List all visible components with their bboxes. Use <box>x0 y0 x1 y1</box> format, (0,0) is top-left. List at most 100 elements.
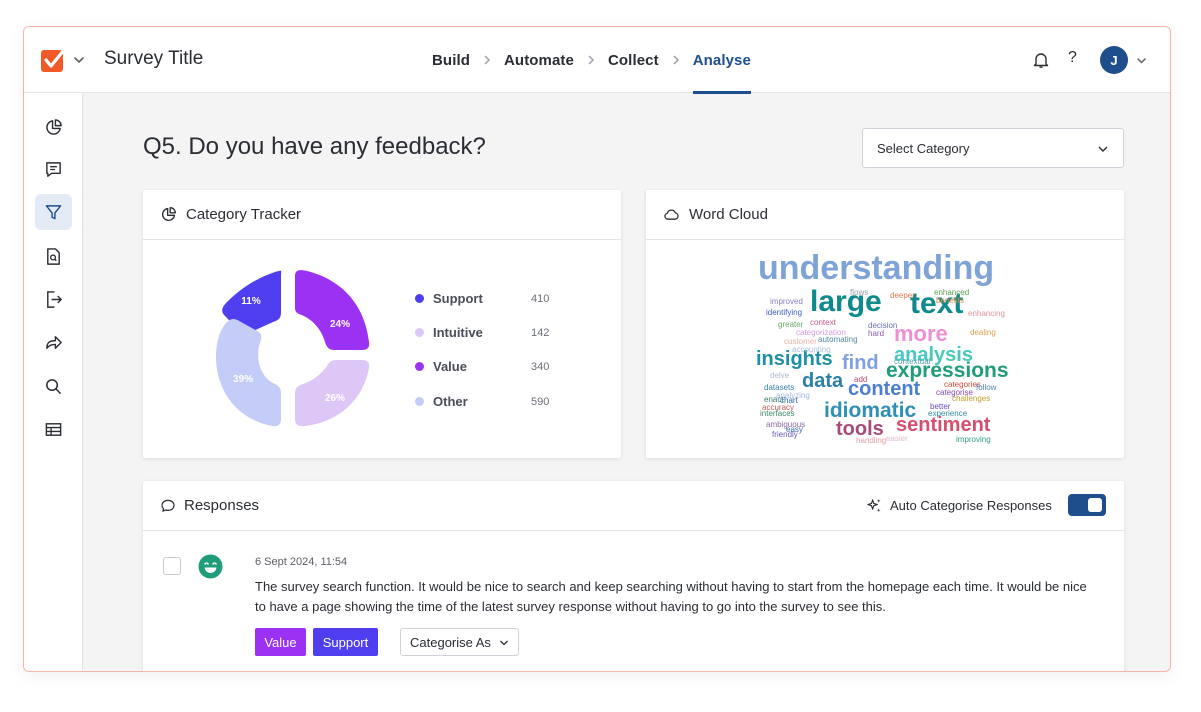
word-cloud-word[interactable]: large <box>810 285 882 318</box>
responses-title: Responses <box>184 497 260 514</box>
word-cloud-word[interactable]: handling <box>856 436 886 445</box>
chevron-right-icon <box>574 54 608 66</box>
legend-dot <box>415 328 424 337</box>
categorise-as-dropdown[interactable]: Categorise As <box>400 628 519 656</box>
word-cloud-title: Word Cloud <box>689 206 768 223</box>
legend-item-support[interactable]: Support 410 <box>415 291 555 306</box>
table-icon <box>45 422 62 436</box>
donut-slice-other[interactable] <box>215 319 281 427</box>
sidebar-item-reports[interactable] <box>35 109 72 145</box>
chevron-right-icon <box>470 54 504 66</box>
sidebar-item-table[interactable] <box>35 411 72 447</box>
word-cloud-word[interactable]: deeper <box>890 291 915 300</box>
responses-header: Responses Auto Categorise Responses <box>143 481 1124 531</box>
chat-bubble-icon <box>161 499 175 512</box>
step-build[interactable]: Build <box>432 27 470 93</box>
auto-categorise-toggle[interactable] <box>1068 494 1106 516</box>
chevron-down-icon[interactable] <box>1135 54 1148 67</box>
word-cloud-word[interactable]: dealing <box>970 328 996 337</box>
bell-icon[interactable] <box>1032 51 1050 69</box>
message-square-icon <box>46 161 61 177</box>
response-checkbox[interactable] <box>163 557 181 575</box>
word-cloud-word[interactable]: contextual <box>894 357 931 366</box>
word-cloud-word[interactable]: enhancing <box>968 309 1005 318</box>
word-cloud-word[interactable]: context <box>810 318 837 327</box>
legend-label: Support <box>433 291 483 306</box>
page-title: Q5. Do you have any feedback? <box>143 133 486 160</box>
tag-support[interactable]: Support <box>313 628 378 656</box>
donut-label-intuitive: 26% <box>325 393 345 404</box>
word-cloud-word[interactable]: data <box>802 370 844 392</box>
donut-label-other: 39% <box>233 374 253 385</box>
legend-count: 142 <box>531 326 550 339</box>
chevron-down-icon <box>500 640 508 646</box>
step-collect[interactable]: Collect <box>608 27 659 93</box>
category-select[interactable]: Select Category <box>862 128 1124 168</box>
word-cloud-word[interactable]: automating <box>818 335 858 344</box>
responses-card: Responses Auto Categorise Responses 6 Se… <box>143 481 1124 671</box>
step-analyse[interactable]: Analyse <box>692 27 752 94</box>
word-cloud-word[interactable]: easier <box>886 434 908 443</box>
donut-label-value: 24% <box>330 319 350 330</box>
word-cloud-word[interactable]: delve <box>770 371 790 380</box>
filter-icon <box>45 204 62 219</box>
sidebar-item-search[interactable] <box>35 368 72 404</box>
step-automate[interactable]: Automate <box>504 27 574 93</box>
category-tracker-header: Category Tracker <box>143 190 621 240</box>
chevron-down-icon <box>1098 146 1108 152</box>
legend-label: Intuitive <box>433 325 483 340</box>
sidebar-item-filter[interactable] <box>35 194 72 230</box>
word-cloud-word[interactable]: add <box>854 375 867 384</box>
legend-dot <box>415 362 424 371</box>
legend-item-value[interactable]: Value 340 <box>415 359 555 374</box>
category-select-value: Select Category <box>877 141 970 156</box>
share-forward-icon <box>46 335 62 349</box>
legend-count: 590 <box>531 395 550 408</box>
tag-value[interactable]: Value <box>255 628 306 656</box>
word-cloud-word[interactable]: hard <box>868 329 884 338</box>
categorise-as-label: Categorise As <box>410 634 491 650</box>
top-bar: Survey Title Build Automate Collect Anal… <box>24 27 1170 94</box>
response-text: The survey search function. It would be … <box>255 579 1087 614</box>
legend-item-other[interactable]: Other 590 <box>415 394 555 409</box>
avatar[interactable]: J <box>1100 46 1128 74</box>
word-cloud-word[interactable]: find <box>842 352 879 374</box>
legend-label: Other <box>433 394 468 409</box>
help-icon[interactable]: ? <box>1068 49 1077 67</box>
word-cloud-word[interactable]: interfaces <box>760 409 795 418</box>
word-cloud-word[interactable]: follow <box>976 383 997 392</box>
sidebar-item-file-search[interactable] <box>35 238 72 274</box>
word-cloud-word[interactable]: identifying <box>766 308 802 317</box>
donut-slice-value[interactable] <box>295 270 370 350</box>
happy-face-icon <box>198 554 223 579</box>
word-cloud-word[interactable]: decision <box>868 321 897 330</box>
word-cloud-word[interactable]: friendly <box>772 430 798 439</box>
sidebar-item-share[interactable] <box>35 324 72 360</box>
legend-item-intuitive[interactable]: Intuitive 142 <box>415 325 555 340</box>
cloud-icon <box>664 209 679 220</box>
word-cloud: understandinglarge textmoreanalysisinsigh… <box>756 249 1009 445</box>
word-cloud-word[interactable]: benefits <box>936 296 964 305</box>
sidebar-item-export[interactable] <box>35 281 72 317</box>
word-cloud-word[interactable]: improving <box>956 435 991 444</box>
word-cloud-word[interactable]: accounting <box>792 345 831 354</box>
category-tracker-card: Category Tracker 11% 24% 26% 39% Support… <box>143 190 621 458</box>
word-cloud-word[interactable]: improved <box>770 297 803 306</box>
sidebar-item-responses[interactable] <box>35 151 72 187</box>
word-cloud-word[interactable]: experience <box>928 409 968 418</box>
word-cloud-word[interactable]: challenges <box>952 394 990 403</box>
pie-chart-icon <box>161 207 176 222</box>
word-cloud-word[interactable]: more <box>894 321 948 346</box>
auto-categorise-label: Auto Categorise Responses <box>890 498 1052 513</box>
file-search-icon <box>47 247 60 265</box>
word-cloud-card: Word Cloud understanding large text more ana… <box>646 190 1124 458</box>
response-timestamp: 6 Sept 2024, 11:54 <box>255 556 348 568</box>
chevron-right-icon <box>659 54 693 66</box>
category-donut-chart: 11% 24% 26% 39% <box>215 270 370 427</box>
survey-title[interactable]: Survey Title <box>104 48 203 70</box>
word-cloud-word[interactable]: flows <box>850 288 868 297</box>
responses-title-wrap: Responses <box>160 497 259 514</box>
word-cloud-word[interactable]: understanding <box>758 249 994 287</box>
chevron-down-icon[interactable] <box>72 53 86 67</box>
app-logo-icon[interactable] <box>40 47 66 73</box>
